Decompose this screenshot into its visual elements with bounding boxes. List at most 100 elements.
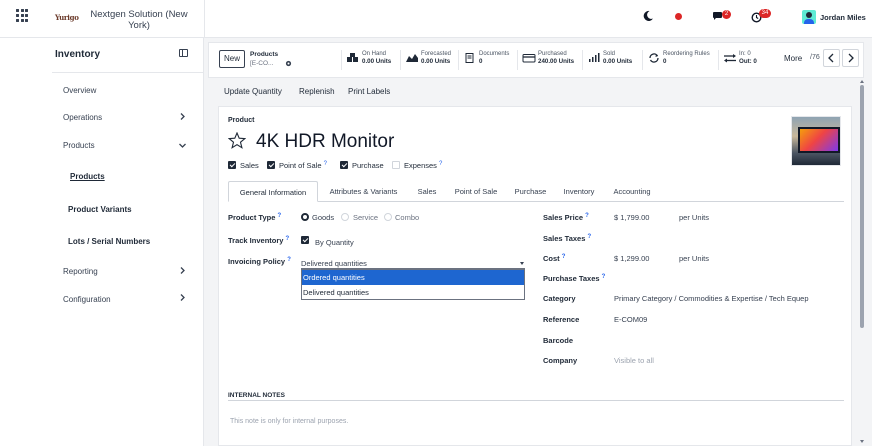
tab-accounting[interactable]: Accounting bbox=[604, 181, 660, 202]
sidebar-toggle-icon[interactable] bbox=[179, 49, 188, 57]
purchase-checkbox[interactable] bbox=[340, 161, 348, 169]
track-inventory-checkbox[interactable] bbox=[301, 236, 309, 244]
purchase-checkbox-label: Purchase bbox=[352, 161, 384, 170]
tab-attributes-variants[interactable]: Attributes & Variants bbox=[320, 181, 407, 202]
update-quantity-button[interactable]: Update Quantity bbox=[224, 87, 282, 96]
next-button[interactable] bbox=[842, 49, 859, 67]
category-label: Category bbox=[543, 294, 576, 303]
sold-button[interactable]: Sold 0.00 Units bbox=[582, 50, 640, 70]
user-name[interactable]: Jordan Miles bbox=[820, 13, 866, 22]
star-icon[interactable] bbox=[228, 132, 246, 149]
barcode-label: Barcode bbox=[543, 336, 574, 345]
invoicing-policy-dropdown: Ordered quantities Delivered quantities bbox=[301, 269, 525, 300]
sidebar-item-products[interactable]: Products bbox=[63, 141, 95, 150]
tab-general-information[interactable]: General Information bbox=[228, 181, 318, 202]
stat-label: Documents bbox=[479, 51, 510, 57]
top-navbar: Yurigo Nextgen Solution (New York) 2 34 … bbox=[0, 0, 872, 38]
product-form: Product 4K HDR Monitor Sales Point of Sa… bbox=[218, 106, 852, 446]
sidebar-item-lots-serial[interactable]: Lots / Serial Numbers bbox=[68, 237, 150, 246]
sidebar-item-product-variants[interactable]: Product Variants bbox=[68, 205, 132, 214]
tracking-type[interactable]: By Quantity bbox=[315, 238, 354, 247]
sidebar-item-configuration[interactable]: Configuration bbox=[63, 295, 111, 304]
sales-price-value[interactable]: $ 1,799.00 bbox=[614, 213, 649, 222]
service-radio[interactable] bbox=[341, 213, 349, 221]
combo-radio[interactable] bbox=[384, 213, 392, 221]
sidebar-item-operations[interactable]: Operations bbox=[63, 113, 102, 122]
breadcrumb[interactable]: Products bbox=[250, 51, 278, 58]
tab-purchase[interactable]: Purchase bbox=[507, 181, 554, 202]
stat-value: 0.00 Units bbox=[603, 58, 633, 65]
documents-button[interactable]: Documents 0 bbox=[458, 50, 516, 70]
invoicing-policy-select[interactable]: Delivered quantities bbox=[301, 258, 525, 269]
bar-chart-icon bbox=[589, 53, 600, 62]
sidebar-item-reporting[interactable]: Reporting bbox=[63, 267, 98, 276]
reordering-rules-button[interactable]: Reordering Rules 0 bbox=[642, 50, 717, 70]
pos-checkbox[interactable] bbox=[267, 161, 275, 169]
sidebar-divider bbox=[52, 72, 204, 73]
product-image[interactable] bbox=[791, 116, 841, 166]
chevron-right-icon bbox=[848, 53, 854, 63]
print-labels-button[interactable]: Print Labels bbox=[348, 87, 390, 96]
category-value[interactable]: Primary Category / Commodities & Experti… bbox=[614, 294, 809, 303]
stat-label: On Hand bbox=[362, 51, 387, 57]
sales-checkbox[interactable] bbox=[228, 161, 236, 169]
previous-button[interactable] bbox=[823, 49, 840, 67]
pager[interactable]: /76 bbox=[810, 54, 820, 61]
new-button[interactable]: New bbox=[219, 50, 245, 68]
service-radio-label: Service bbox=[353, 213, 379, 222]
tab-inventory[interactable]: Inventory bbox=[556, 181, 602, 202]
invoicing-policy-label: Invoicing Policy ? bbox=[228, 257, 291, 266]
cost-value[interactable]: $ 1,299.00 bbox=[614, 254, 649, 263]
stat-label: Forecasted bbox=[421, 51, 452, 57]
sidebar-item-products-products[interactable]: Products bbox=[70, 172, 105, 181]
company-value[interactable]: Visible to all bbox=[614, 356, 654, 365]
goods-radio[interactable] bbox=[301, 213, 309, 221]
company-name[interactable]: Nextgen Solution (New York) bbox=[86, 9, 192, 31]
chevron-right-icon[interactable] bbox=[179, 113, 186, 120]
breadcrumb-current: [E-CO... bbox=[250, 60, 274, 67]
notes-divider bbox=[228, 400, 844, 401]
company-logo: Yurigo bbox=[55, 13, 79, 22]
status-dot-icon[interactable] bbox=[675, 13, 682, 20]
credit-card-icon bbox=[522, 54, 536, 63]
scroll-up-icon[interactable] bbox=[860, 80, 864, 83]
apps-menu-icon[interactable] bbox=[16, 9, 30, 23]
avatar[interactable] bbox=[802, 10, 816, 24]
chevron-right-icon[interactable] bbox=[179, 294, 186, 301]
expenses-checkbox[interactable] bbox=[392, 161, 400, 169]
pos-checkbox-label: Point of Sale ? bbox=[279, 161, 327, 170]
stat-label: Reordering Rules bbox=[663, 51, 710, 57]
chevron-right-icon[interactable] bbox=[179, 267, 186, 274]
product-name[interactable]: 4K HDR Monitor bbox=[256, 131, 394, 153]
scrollbar[interactable] bbox=[859, 80, 865, 446]
gear-icon[interactable] bbox=[285, 60, 292, 67]
cubes-icon bbox=[347, 53, 358, 62]
sales-checkbox-label: Sales bbox=[240, 161, 259, 170]
chat-count-badge: 2 bbox=[722, 10, 731, 19]
scroll-down-icon[interactable] bbox=[860, 440, 864, 443]
caret-down-icon bbox=[520, 262, 524, 265]
tab-point-of-sale[interactable]: Point of Sale bbox=[447, 181, 505, 202]
chevron-down-icon[interactable] bbox=[179, 142, 186, 149]
dropdown-option-delivered[interactable]: Delivered quantities bbox=[302, 285, 524, 300]
notebook-tabs: General Information Attributes & Variant… bbox=[228, 181, 844, 202]
stat-in: In: 0 bbox=[739, 51, 751, 57]
reference-value[interactable]: E-COM09 bbox=[614, 315, 647, 324]
on-hand-button[interactable]: On Hand 0.00 Units bbox=[341, 50, 399, 70]
sidebar-item-overview[interactable]: Overview bbox=[63, 86, 96, 95]
more-button[interactable]: More bbox=[784, 54, 802, 63]
purchased-button[interactable]: Purchased 240.00 Units bbox=[517, 50, 581, 70]
stat-label: Sold bbox=[603, 51, 616, 57]
goods-radio-label: Goods bbox=[312, 213, 335, 222]
in-out-button[interactable]: In: 0 Out: 0 bbox=[718, 50, 762, 70]
tab-sales[interactable]: Sales bbox=[409, 181, 445, 202]
dropdown-option-ordered[interactable]: Ordered quantities bbox=[302, 270, 524, 285]
scroll-thumb[interactable] bbox=[860, 85, 864, 328]
sales-price-label: Sales Price ? bbox=[543, 213, 589, 222]
moon-icon[interactable] bbox=[642, 10, 654, 22]
replenish-button[interactable]: Replenish bbox=[299, 87, 335, 96]
internal-notes-input[interactable]: This note is only for internal purposes. bbox=[230, 418, 348, 425]
forecasted-button[interactable]: Forecasted 0.00 Units bbox=[400, 50, 457, 70]
activity-count-badge: 34 bbox=[759, 9, 771, 18]
purchase-taxes-label: Purchase Taxes ? bbox=[543, 274, 606, 283]
